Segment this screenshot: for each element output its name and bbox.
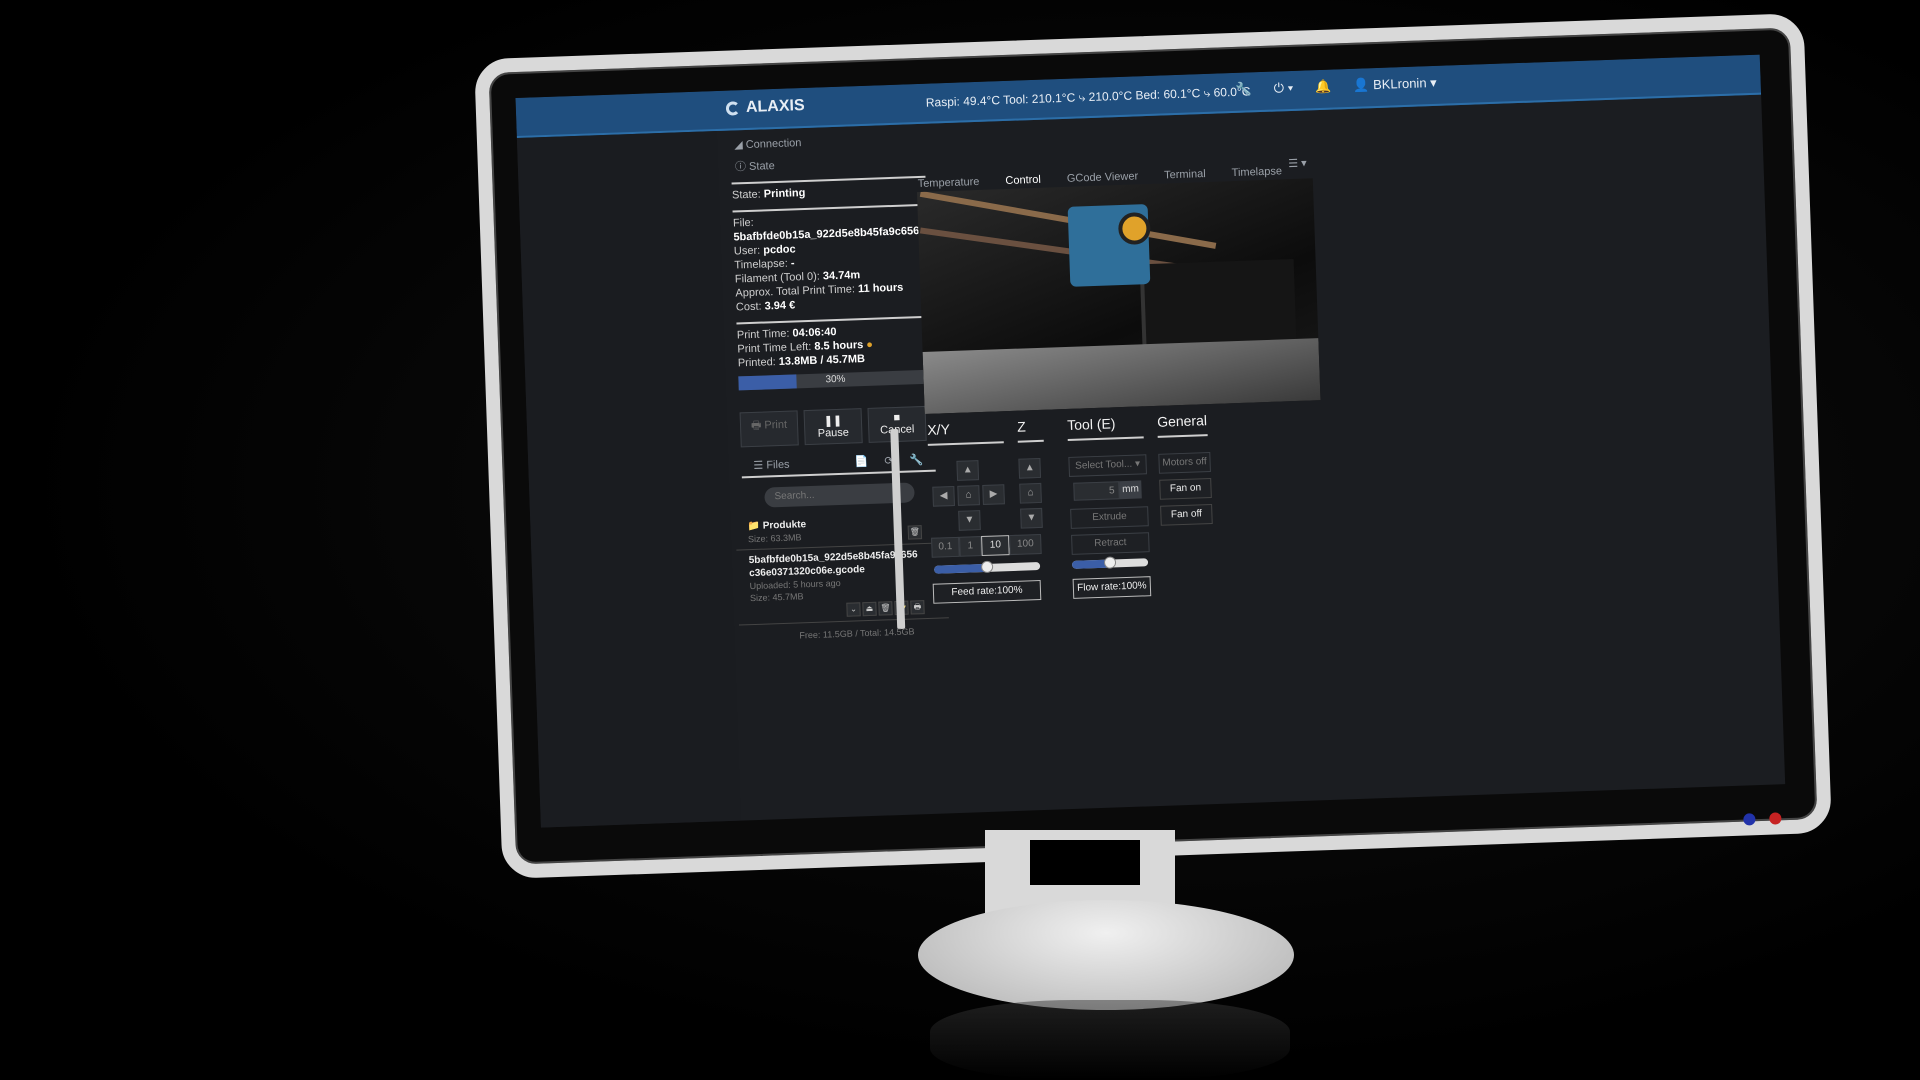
fan-off-button[interactable]: Fan off — [1160, 503, 1213, 526]
step-10[interactable]: 10 — [981, 535, 1010, 557]
files-header: ☰ Files 📄 ⟳ 🔧 — [741, 448, 936, 479]
extrude-amount-input[interactable]: 5 — [1073, 481, 1120, 501]
stand-cable-hole — [1030, 840, 1140, 885]
red-led — [1769, 812, 1782, 825]
state-line: State: Printing — [731, 186, 806, 202]
user-menu[interactable]: 👤 BKLronin ▾ — [1353, 75, 1437, 94]
folder-icon: 📁 — [747, 520, 763, 533]
flow-rate-slider[interactable] — [1071, 556, 1149, 569]
brand[interactable]: ALAXIS — [725, 96, 805, 118]
upload-icon[interactable]: ⏏ — [862, 601, 877, 617]
bell-icon[interactable]: 🔔 — [1315, 79, 1332, 96]
xy-title: X/Y — [927, 419, 1004, 446]
user-icon: 👤 — [1353, 77, 1370, 93]
jog-y-up-button[interactable]: ▲ — [956, 460, 980, 481]
monitor-stand-base — [918, 900, 1294, 1010]
extrude-unit: mm — [1119, 480, 1142, 500]
hamburger-menu-icon[interactable]: ☰ ▾ — [1288, 156, 1307, 170]
fan-on-button[interactable]: Fan on — [1159, 477, 1212, 500]
tool-title: Tool (E) — [1066, 414, 1144, 441]
progress-panel: Print Time: 04:06:40 Print Time Left: 8.… — [736, 315, 933, 399]
feed-rate-slider[interactable] — [934, 560, 1041, 574]
step-100[interactable]: 100 — [1009, 533, 1042, 556]
delete-icon[interactable]: 🗑 — [907, 525, 923, 540]
info-icon: ⓘ — [734, 160, 750, 174]
new-file-icon[interactable]: 📄 — [855, 455, 869, 468]
camera-print-bed — [922, 338, 1321, 414]
monitor: ALAXIS Raspi: 49.4°C Tool: 210.1°C ⤷ 210… — [474, 13, 1832, 879]
wrench-icon[interactable]: 🔧 — [909, 453, 923, 466]
z-title: Z — [1016, 417, 1044, 443]
base-reflection — [930, 1000, 1290, 1080]
wrench-icon[interactable]: 🔧 — [1235, 81, 1252, 98]
feed-rate-fill — [934, 563, 988, 574]
brand-name: ALAXIS — [745, 96, 805, 116]
jog-y-down-button[interactable]: ▼ — [958, 510, 981, 531]
progress-label: 30% — [825, 373, 846, 386]
pause-icon: ❚❚ — [823, 414, 843, 428]
pause-button[interactable]: ❚❚ Pause — [803, 408, 863, 446]
home-xy-icon[interactable]: ⌂ — [957, 485, 980, 506]
general-title: General — [1156, 412, 1208, 438]
screen: ALAXIS Raspi: 49.4°C Tool: 210.1°C ⤷ 210… — [515, 54, 1786, 828]
job-panel: File: 5bafbfde0b15a_922d5e8b45fa9c656c36… — [732, 203, 931, 319]
storage-info: Free: 11.5GB / Total: 14.5GB — [799, 626, 915, 641]
feed-rate-button[interactable]: Feed rate:100% — [932, 580, 1042, 604]
printer-icon: 🖶 — [750, 419, 765, 433]
extrude-button[interactable]: Extrude — [1070, 506, 1149, 529]
jog-z-down-button[interactable]: ▼ — [1020, 507, 1043, 529]
print-icon[interactable]: 🖶 — [910, 600, 925, 615]
temperature-stats: Raspi: 49.4°C Tool: 210.1°C ⤷ 210.0°C Be… — [925, 84, 1251, 110]
files-title[interactable]: ☰ Files — [753, 458, 790, 472]
signal-icon: ◢ — [734, 139, 746, 152]
home-z-icon[interactable]: ⌂ — [1019, 482, 1042, 504]
retract-button[interactable]: Retract — [1071, 532, 1150, 555]
state-panel: State: Printing — [731, 175, 927, 207]
user-name: BKLronin — [1372, 75, 1427, 93]
jog-x-right-button[interactable]: ▶ — [982, 484, 1005, 505]
print-progress-bar: 30% — [738, 369, 933, 391]
navbar-right: 🔧 ⏻ ▾ 🔔 👤 BKLronin ▾ — [1235, 75, 1437, 98]
blue-led — [1743, 813, 1756, 826]
job-buttons: 🖶 Print ❚❚ Pause ■ Cancel — [739, 405, 935, 448]
jog-x-left-button[interactable]: ◀ — [932, 485, 955, 507]
file-item[interactable]: 5bafbfde0b15a_922d5e8b45fa9c656 c36e0371… — [736, 543, 949, 626]
folder-name: Produkte — [762, 519, 807, 532]
webcam-stream — [916, 178, 1321, 414]
step-0.1[interactable]: 0.1 — [931, 536, 960, 558]
power-icon[interactable]: ⏻ ▾ — [1274, 80, 1294, 97]
monitor-leds — [1743, 812, 1782, 826]
print-button[interactable]: 🖶 Print — [739, 410, 799, 448]
flow-rate-knob[interactable] — [1103, 556, 1117, 569]
brand-logo-icon — [725, 101, 741, 116]
step-1[interactable]: 1 — [959, 536, 982, 557]
stop-icon: ■ — [893, 411, 901, 425]
motors-off-button[interactable]: Motors off — [1158, 452, 1211, 474]
feed-rate-knob[interactable] — [980, 560, 994, 574]
select-tool-dropdown[interactable]: Select Tool... ▾ — [1068, 454, 1147, 477]
flow-rate-button[interactable]: Flow rate:100% — [1072, 576, 1152, 599]
download-icon[interactable]: ⌄ — [846, 602, 861, 617]
dark-backdrop: ALAXIS Raspi: 49.4°C Tool: 210.1°C ⤷ 210… — [0, 0, 1920, 1080]
list-icon: ☰ — [753, 459, 767, 472]
delete-icon[interactable]: 🗑 — [878, 601, 893, 616]
jog-z-up-button[interactable]: ▲ — [1018, 457, 1042, 479]
empty-left-column — [516, 131, 741, 828]
